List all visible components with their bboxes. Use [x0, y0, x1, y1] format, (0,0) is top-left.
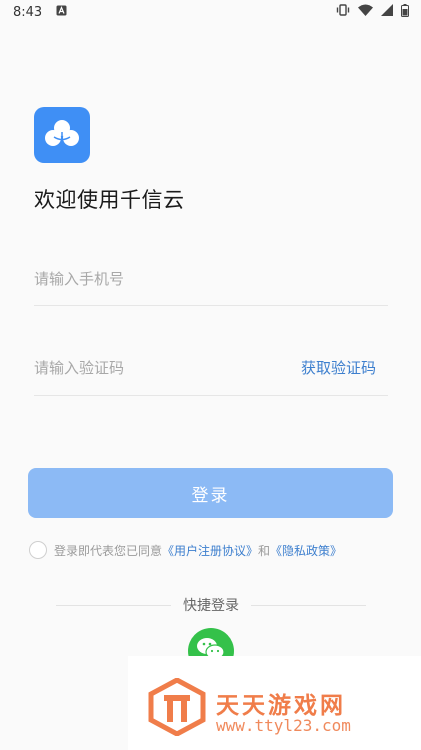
login-button[interactable]: 登录 — [28, 468, 393, 518]
app-logo — [34, 107, 90, 163]
agreement-prefix: 登录即代表您已同意 — [54, 543, 163, 558]
divider-line-left — [56, 604, 171, 606]
quick-login-label: 快捷登录 — [183, 598, 239, 614]
user-agreement-link[interactable]: 《用户注册协议》 — [162, 542, 258, 559]
battery-icon — [401, 3, 409, 21]
status-right — [336, 3, 409, 21]
agreement-row: 登录即代表您已同意 《用户注册协议》 和 《隐私政策》 — [29, 540, 342, 560]
agreement-and: 和 — [258, 543, 271, 558]
status-left: 8:43 — [13, 5, 67, 20]
agreement-checkbox[interactable] — [29, 541, 47, 559]
cloud-icon — [43, 118, 81, 152]
divider-line-right — [251, 604, 366, 606]
code-field[interactable]: 获取验证码 — [34, 340, 388, 396]
wifi-icon — [358, 4, 373, 20]
quick-login-divider: 快捷登录 — [56, 595, 366, 615]
watermark-url: www.ttyl23.com — [216, 716, 351, 735]
get-code-button[interactable]: 获取验证码 — [301, 357, 376, 378]
watermark-logo-icon — [148, 677, 206, 740]
notification-a-icon — [56, 5, 67, 20]
vibrate-icon — [336, 4, 350, 20]
privacy-policy-link[interactable]: 《隐私政策》 — [270, 542, 342, 559]
welcome-title: 欢迎使用千信云 — [34, 188, 185, 212]
signal-icon — [381, 4, 393, 20]
status-time: 8:43 — [13, 4, 43, 20]
watermark: 天天游戏网 www.ttyl23.com — [128, 656, 421, 750]
status-bar: 8:43 — [0, 0, 421, 24]
watermark-title: 天天游戏网 — [216, 693, 346, 719]
code-input[interactable] — [34, 340, 274, 395]
phone-field[interactable] — [34, 252, 388, 306]
phone-input[interactable] — [34, 252, 274, 305]
